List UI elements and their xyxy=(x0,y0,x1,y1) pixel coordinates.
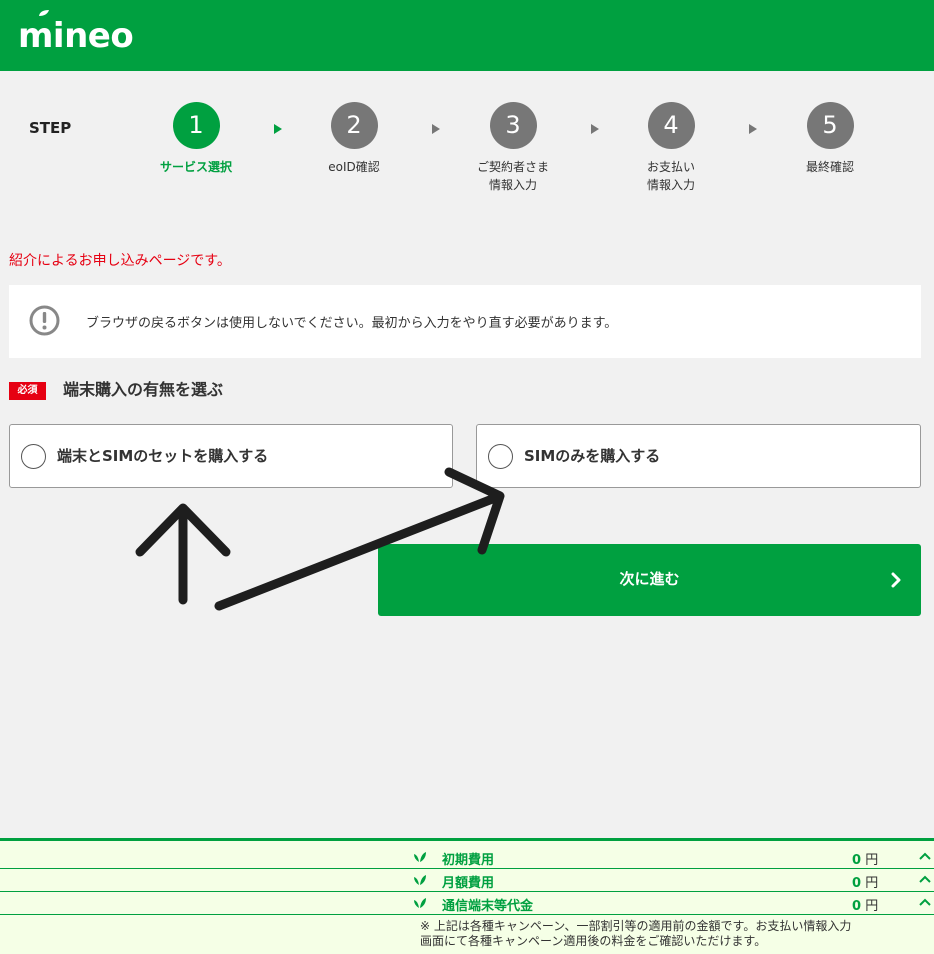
radio-button[interactable] xyxy=(488,444,513,469)
referral-message: 紹介によるお申し込みページです。 xyxy=(9,253,231,269)
summary-label: 初期費用 xyxy=(442,853,495,868)
summary-row-monthly[interactable]: 月額費用 0 円 xyxy=(0,869,934,892)
header-bar: mineo xyxy=(0,0,934,71)
next-button-label: 次に進む xyxy=(619,570,680,588)
chevron-right-icon xyxy=(891,572,901,588)
step-arrow-icon xyxy=(749,124,757,134)
chevron-up-icon[interactable] xyxy=(919,875,931,883)
step-4: 4 お支払い 情報入力 xyxy=(616,102,726,194)
up-arrow-icon xyxy=(135,503,231,605)
step-number: 3 xyxy=(489,102,537,149)
step-name: サービス選択 xyxy=(159,160,232,174)
chevron-up-icon[interactable] xyxy=(919,898,931,906)
option-device-sim-set[interactable]: 端末とSIMのセットを購入する xyxy=(9,424,453,488)
step-name: eoID確認 xyxy=(328,160,380,174)
leaf-icon xyxy=(414,875,426,885)
step-name: ご契約者さま 情報入力 xyxy=(476,160,549,192)
step-2: 2 eoID確認 xyxy=(299,102,409,176)
step-number: 1 xyxy=(172,102,220,149)
option-sim-only[interactable]: SIMのみを購入する xyxy=(476,424,921,488)
mineo-logo[interactable]: mineo xyxy=(18,12,134,60)
price-summary: 初期費用 0 円 月額費用 0 円 通信端末等代金 0 円 ※ 上記は各種キャン… xyxy=(0,838,934,954)
summary-note: ※ 上記は各種キャンペーン、一部割引等の適用前の金額です。お支払い情報入力画面に… xyxy=(420,919,852,948)
chevron-up-icon[interactable] xyxy=(919,852,931,860)
notice-text: ブラウザの戻るボタンは使用しないでください。最初から入力をやり直す必要があります… xyxy=(86,316,618,331)
step-number: 4 xyxy=(647,102,695,149)
leaf-icon xyxy=(414,898,426,908)
summary-value: 0 円 xyxy=(852,853,879,868)
summary-label: 月額費用 xyxy=(442,876,495,891)
step-number: 5 xyxy=(806,102,854,149)
step-arrow-icon xyxy=(432,124,440,134)
leaf-icon xyxy=(414,852,426,862)
summary-row-initial[interactable]: 初期費用 0 円 xyxy=(0,846,934,869)
summary-value: 0 円 xyxy=(852,876,879,891)
exclamation-circle-icon xyxy=(29,305,60,336)
option-label: SIMのみを購入する xyxy=(524,447,661,465)
summary-label: 通信端末等代金 xyxy=(442,899,534,914)
step-name: お支払い 情報入力 xyxy=(646,160,695,192)
section-heading: 端末購入の有無を選ぶ xyxy=(63,380,224,399)
option-label: 端末とSIMのセットを購入する xyxy=(57,447,269,465)
step-label: STEP xyxy=(29,119,72,137)
step-name: 最終確認 xyxy=(805,160,854,174)
step-1: 1 サービス選択 xyxy=(141,102,251,176)
summary-value: 0 円 xyxy=(852,899,879,914)
step-arrow-icon xyxy=(591,124,599,134)
notice-box: ブラウザの戻るボタンは使用しないでください。最初から入力をやり直す必要があります… xyxy=(9,285,921,358)
next-button[interactable]: 次に進む xyxy=(378,544,921,616)
step-number: 2 xyxy=(330,102,378,149)
logo-leaf-icon xyxy=(39,10,49,16)
step-arrow-icon xyxy=(274,124,282,134)
radio-button[interactable] xyxy=(21,444,46,469)
required-badge: 必須 xyxy=(9,382,46,400)
step-3: 3 ご契約者さま 情報入力 xyxy=(458,102,568,194)
step-5: 5 最終確認 xyxy=(775,102,885,176)
summary-row-device[interactable]: 通信端末等代金 0 円 xyxy=(0,892,934,915)
